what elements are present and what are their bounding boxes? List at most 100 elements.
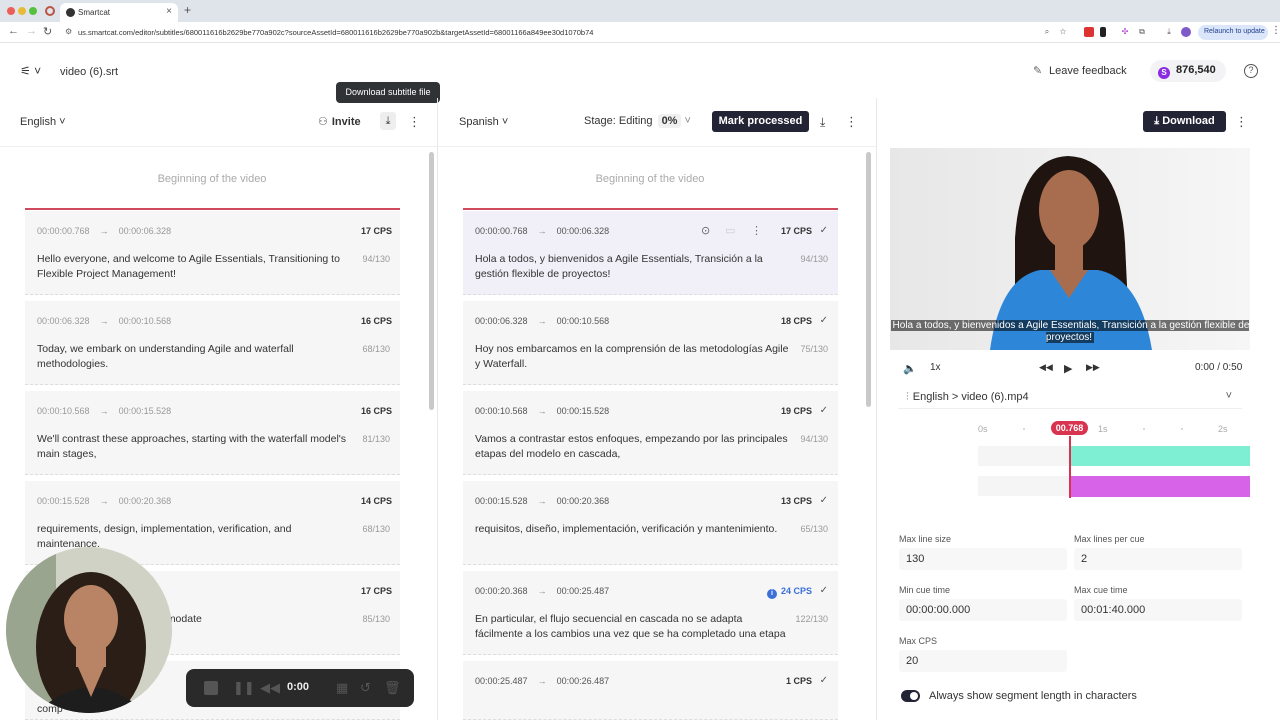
url-field[interactable]: ⚙ us.smartcat.com/editor/subtitles/68001… — [60, 25, 1060, 40]
source-segment[interactable] — [1070, 446, 1250, 466]
play-cue-icon[interactable]: ⊙ — [701, 224, 710, 237]
recording-icon — [45, 6, 55, 16]
screen-recorder-bar: ❚❚ ◀◀ 0:00 ▦ ↺ 🗑 — [186, 669, 414, 707]
cue-row[interactable]: 00:00:10.568 → 00:00:15.528 16 CPS We'll con… — [25, 391, 400, 475]
play-icon[interactable]: ▶ — [1064, 362, 1072, 375]
confirm-check-icon[interactable]: ✓ — [820, 315, 828, 326]
target-language-select[interactable]: Spanish ˅ — [459, 116, 508, 128]
confirm-check-icon[interactable]: ✓ — [820, 675, 828, 686]
cue-row[interactable]: 00:00:00.768 → 00:00:06.328 17 CPS ✓ ⊙ ▭ ⋮ Hola … — [463, 211, 838, 295]
cue-text[interactable]: Vamos a contrastar estos enfoques, empez… — [475, 432, 793, 462]
target-more-icon[interactable]: ⋮ — [845, 114, 858, 130]
credits-badge[interactable]: S 876,540 — [1150, 60, 1226, 82]
cue-row[interactable]: 00:00:10.568 → 00:00:15.528 19 CPS ✓ Vamos a … — [463, 391, 838, 475]
source-more-icon[interactable]: ⋮ — [408, 114, 421, 130]
source-language-select[interactable]: English ˅ — [20, 116, 66, 128]
download-icon[interactable]: ⤓ — [820, 115, 825, 130]
confirm-check-icon[interactable]: ✓ — [820, 585, 828, 596]
cue-times: 00:00:15.528 → 00:00:20.368 — [37, 496, 171, 506]
playhead[interactable] — [1069, 436, 1071, 498]
target-segment[interactable] — [1070, 476, 1250, 497]
timeline-tick-dot — [1143, 428, 1145, 430]
help-icon[interactable]: ? — [1244, 64, 1258, 78]
add-user-icon: ⚇ — [318, 116, 328, 128]
source-scrollbar[interactable] — [429, 152, 434, 410]
preview-more-icon[interactable]: ⋮ — [1235, 114, 1248, 130]
cue-text[interactable]: En particular, el flujo secuencial en ca… — [475, 612, 793, 642]
site-info-icon[interactable]: ⚙ — [65, 27, 72, 36]
cue-text[interactable]: Hello everyone, and welcome to Agile Ess… — [37, 252, 355, 282]
grid-icon[interactable]: ▦ — [336, 680, 348, 696]
timeline[interactable]: 0s 1s 2s 00.768 — [890, 416, 1250, 510]
max-cue-time-field[interactable]: 00:01:40.000 — [1074, 599, 1242, 621]
merge-icon[interactable]: ▭ — [725, 224, 735, 237]
max-line-size-field[interactable]: 130 — [899, 548, 1067, 570]
stop-record-icon[interactable] — [204, 681, 218, 695]
back-icon[interactable]: ← — [8, 25, 19, 37]
rewind-icon[interactable]: ◀◀ — [1039, 362, 1053, 373]
browser-tab[interactable]: Smartcat × — [60, 3, 178, 22]
cue-start-time: 00:00:10.568 — [475, 406, 528, 416]
cue-text[interactable]: Hoy nos embarcamos en la comprensión de … — [475, 342, 793, 372]
relaunch-button[interactable]: Relaunch to update — [1198, 25, 1268, 40]
cue-row[interactable]: 00:00:06.328 → 00:00:10.568 16 CPS Today, we… — [25, 301, 400, 385]
download-subtitle-button[interactable]: ⤓ — [380, 112, 396, 130]
bookmark-star-icon[interactable]: ☆ — [1058, 27, 1068, 37]
cue-row[interactable]: 00:00:25.487 → 00:00:26.487 1 CPS ✓ — [463, 661, 838, 720]
stage-select[interactable]: Stage: Editing 0% ˅ — [584, 114, 691, 128]
confirm-check-icon[interactable]: ✓ — [820, 225, 828, 236]
extension-icon[interactable]: ✣ — [1120, 27, 1130, 37]
minimize-window-icon[interactable] — [18, 7, 26, 15]
cue-text[interactable]: requisitos, diseño, implementación, veri… — [475, 522, 793, 537]
playhead-marker — [25, 208, 400, 210]
downloads-icon[interactable]: ⤓ — [1164, 27, 1174, 37]
credits-value: 876,540 — [1176, 64, 1216, 76]
cue-start-time: 00:00:10.568 — [37, 406, 90, 416]
playhead-time: 00.768 — [1051, 421, 1088, 435]
cue-row[interactable]: 00:00:00.768 → 00:00:06.328 17 CPS Hello eve… — [25, 211, 400, 295]
pause-icon[interactable]: ❚❚ — [233, 680, 255, 696]
volume-icon[interactable]: 🔈 — [903, 362, 917, 375]
video-preview[interactable]: Hola a todos, y bienvenidos a Agile Esse… — [890, 148, 1250, 350]
cue-row[interactable]: 00:00:20.368 → 00:00:25.487 i 24 CPS ✓ En part… — [463, 571, 838, 655]
new-tab-icon[interactable]: + — [184, 3, 191, 17]
restart-icon[interactable]: ↺ — [360, 680, 371, 696]
confirm-check-icon[interactable]: ✓ — [820, 405, 828, 416]
extension-icon[interactable] — [1084, 27, 1094, 37]
target-scrollbar[interactable] — [866, 152, 871, 407]
cue-row[interactable]: 00:00:06.328 → 00:00:10.568 18 CPS ✓ Hoy nos … — [463, 301, 838, 385]
close-tab-icon[interactable]: × — [166, 6, 172, 17]
trash-icon[interactable]: 🗑 — [384, 680, 401, 696]
leave-feedback-button[interactable]: ✎ Leave feedback — [1033, 64, 1127, 77]
extension-icon[interactable] — [1100, 27, 1106, 37]
maximize-window-icon[interactable] — [29, 7, 37, 15]
cue-text[interactable]: We'll contrast these approaches, startin… — [37, 432, 355, 462]
confirm-check-icon[interactable]: ✓ — [820, 495, 828, 506]
max-cps-field[interactable]: 20 — [899, 650, 1067, 672]
profile-avatar[interactable] — [1181, 27, 1191, 37]
download-button[interactable]: ⤓ Download — [1143, 111, 1226, 132]
cue-text[interactable]: Today, we embark on understanding Agile … — [37, 342, 355, 372]
close-window-icon[interactable] — [7, 7, 15, 15]
app-menu-icon[interactable]: ⚟ ˅ — [20, 64, 41, 78]
cue-text[interactable]: Hola a todos, y bienvenidos a Agile Esse… — [475, 252, 793, 282]
track-select[interactable]: ⫶ English > video (6).mp4 ˅ — [898, 384, 1242, 409]
cue-char-count: 81/130 — [362, 434, 390, 444]
cue-row[interactable]: 00:00:15.528 → 00:00:20.368 13 CPS ✓ requisit… — [463, 481, 838, 565]
speed-select[interactable]: 1x — [930, 362, 941, 373]
max-lines-field[interactable]: 2 — [1074, 548, 1242, 570]
zoom-icon[interactable]: ⌕ — [1042, 27, 1052, 37]
rewind-icon[interactable]: ◀◀ — [260, 680, 280, 696]
cue-more-icon[interactable]: ⋮ — [751, 224, 762, 237]
browser-menu-icon[interactable]: ⋮ — [1271, 25, 1280, 36]
invite-button[interactable]: ⚇ Invite — [318, 115, 361, 128]
min-cue-time-field[interactable]: 00:00:00.000 — [899, 599, 1067, 621]
cue-char-count: 85/130 — [362, 614, 390, 624]
forward-icon[interactable]: → — [26, 25, 37, 37]
reload-icon[interactable]: ↻ — [43, 25, 52, 38]
fast-forward-icon[interactable]: ▶▶ — [1086, 362, 1100, 373]
mark-processed-button[interactable]: Mark processed — [712, 111, 809, 132]
extensions-puzzle-icon[interactable]: ⧉ — [1137, 27, 1147, 37]
segment-length-toggle[interactable] — [901, 690, 920, 702]
cue-end-time: 00:00:06.328 — [118, 226, 172, 236]
